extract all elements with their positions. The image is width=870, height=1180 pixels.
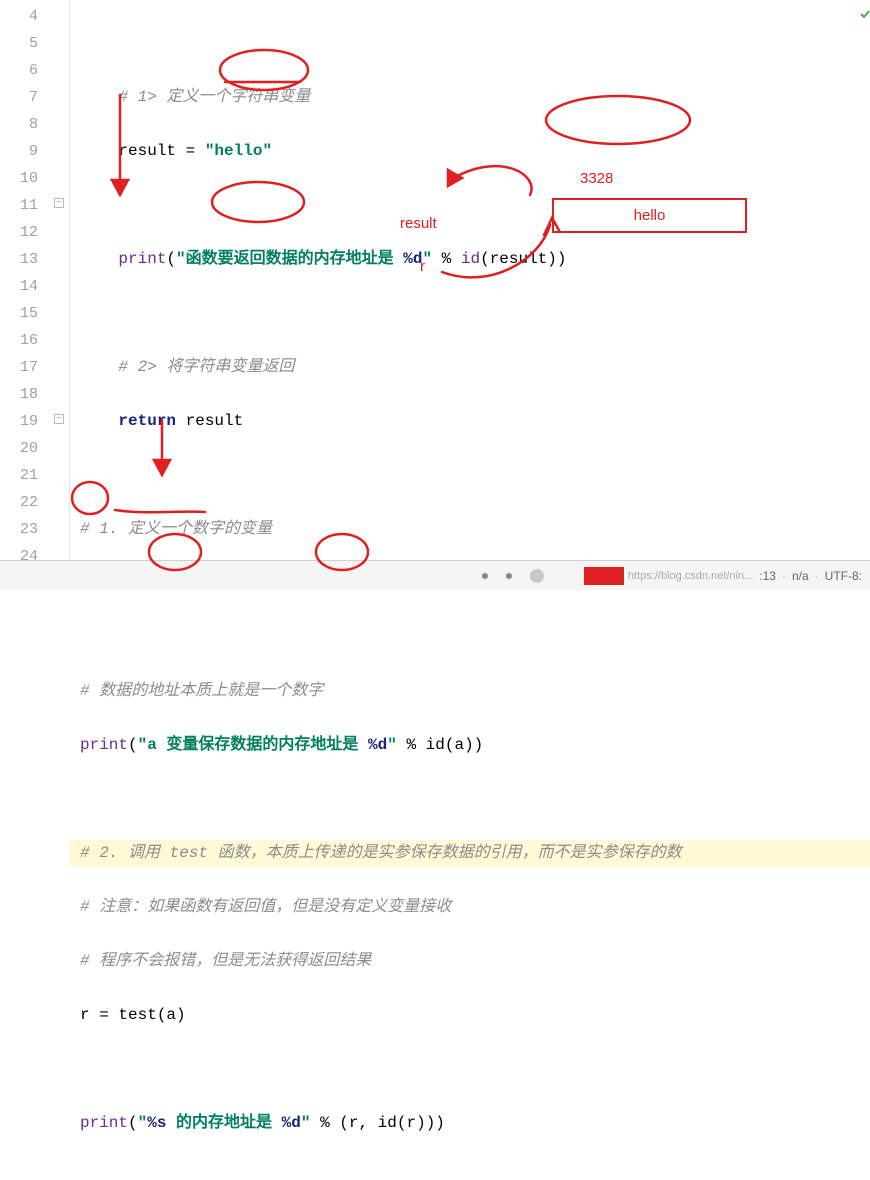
- function-name: print: [118, 250, 166, 268]
- line-number: 6: [0, 57, 38, 84]
- line-number: 22: [0, 489, 38, 516]
- fold-marker-icon[interactable]: −: [54, 414, 64, 424]
- code-token: % id(a)): [397, 736, 483, 754]
- dot-icon: [482, 573, 488, 579]
- annotation-label: r: [420, 258, 425, 275]
- string-literal: 的内存地址是: [166, 1114, 281, 1132]
- string-literal: ": [138, 1114, 148, 1132]
- function-name: id: [461, 250, 480, 268]
- line-number: 8: [0, 111, 38, 138]
- line-number: 10: [0, 165, 38, 192]
- string-literal: "函数要返回数据的内存地址是: [176, 250, 403, 268]
- cursor-position[interactable]: :13: [759, 569, 776, 583]
- format-spec: %d: [282, 1114, 301, 1132]
- status-bar: https://blog.csdn.net/nin... :13 · n/a ·…: [0, 560, 870, 590]
- status-red-block: [584, 567, 624, 585]
- line-number: 5: [0, 30, 38, 57]
- code-token: (: [128, 736, 138, 754]
- status-indicator-dots: [482, 569, 544, 583]
- dot-icon: [530, 569, 544, 583]
- line-number: 23: [0, 516, 38, 543]
- comment-text: # 注意：如果函数有返回值，但是没有定义变量接收: [80, 898, 451, 916]
- line-number: 4: [0, 3, 38, 30]
- encoding-label[interactable]: UTF-8:: [825, 569, 862, 583]
- line-number: 12: [0, 219, 38, 246]
- code-token: (: [128, 1114, 138, 1132]
- comment-text: # 2. 调用 test 函数，本质上传递的是实参保存数据的引用，而不是实参保存…: [80, 844, 682, 862]
- comment-text: # 2>: [118, 358, 166, 376]
- string-literal: "a 变量保存数据的内存地址是: [138, 736, 368, 754]
- comment-text: 将字符串变量返回: [166, 358, 294, 376]
- identifier: result: [186, 412, 244, 430]
- status-mode: n/a: [792, 569, 809, 583]
- line-number: 7: [0, 84, 38, 111]
- code-token: %: [432, 250, 461, 268]
- line-number: 17: [0, 354, 38, 381]
- code-token: [176, 412, 186, 430]
- line-number: 19: [0, 408, 38, 435]
- annotation-value-box: hello: [552, 198, 747, 233]
- comment-text: # 1. 定义一个数字的变量: [80, 520, 272, 538]
- code-content[interactable]: # 1> 定义一个字符串变量 result = "hello" print("函…: [70, 0, 870, 560]
- line-number: 9: [0, 138, 38, 165]
- line-number: 15: [0, 300, 38, 327]
- line-number: 20: [0, 435, 38, 462]
- dot-icon: [506, 573, 512, 579]
- function-name: print: [80, 736, 128, 754]
- comment-text: # 1>: [118, 88, 166, 106]
- fold-column: − −: [50, 0, 70, 560]
- inspection-indicator-icon[interactable]: [860, 6, 870, 16]
- line-number: 21: [0, 462, 38, 489]
- code-token: result =: [118, 142, 204, 160]
- keyword: return: [118, 412, 176, 430]
- annotation-label: result: [400, 215, 437, 232]
- code-token: % (r, id(r))): [310, 1114, 444, 1132]
- code-token: (: [166, 250, 176, 268]
- line-number: 14: [0, 273, 38, 300]
- format-spec: %d: [368, 736, 387, 754]
- line-number: 16: [0, 327, 38, 354]
- string-literal: ": [387, 736, 397, 754]
- string-literal: "hello": [205, 142, 272, 160]
- comment-text: # 程序不会报错，但是无法获得返回结果: [80, 952, 371, 970]
- line-number: 13: [0, 246, 38, 273]
- line-number: 11: [0, 192, 38, 219]
- string-literal: ": [301, 1114, 311, 1132]
- comment-text: # 数据的地址本质上就是一个数字: [80, 682, 323, 700]
- format-spec: %s: [147, 1114, 166, 1132]
- code-editor[interactable]: 4 5 6 7 8 9 10 11 12 13 14 15 16 17 18 1…: [0, 0, 870, 560]
- line-number: 18: [0, 381, 38, 408]
- code-token: r = test(a): [80, 1006, 186, 1024]
- watermark-text: https://blog.csdn.net/nin...: [628, 570, 753, 582]
- annotation-label: 3328: [580, 170, 613, 187]
- code-token: (result)): [480, 250, 566, 268]
- function-name: print: [80, 1114, 128, 1132]
- comment-text: 定义一个字符串变量: [166, 88, 310, 106]
- fold-marker-icon[interactable]: −: [54, 198, 64, 208]
- line-number-gutter: 4 5 6 7 8 9 10 11 12 13 14 15 16 17 18 1…: [0, 0, 50, 560]
